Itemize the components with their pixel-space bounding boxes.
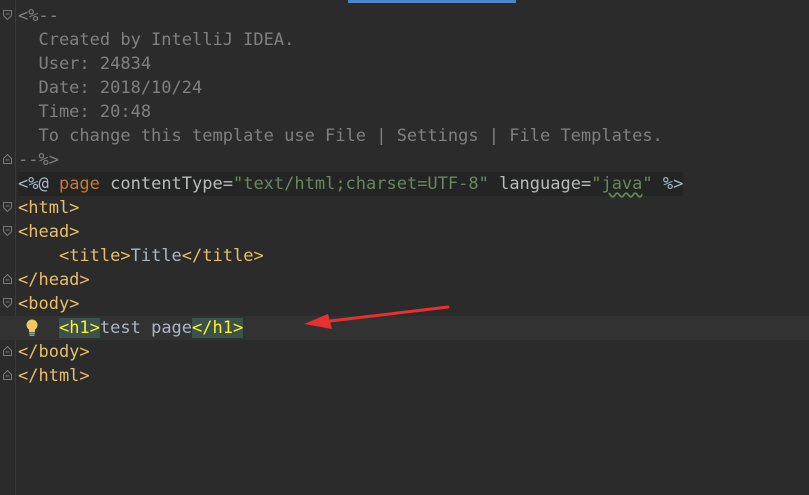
red-arrow-icon: [304, 305, 450, 329]
fold-marker-icon[interactable]: [3, 202, 12, 212]
html-close-tag: </html>: [18, 366, 90, 386]
title-element: <title>Title</title>: [18, 244, 264, 268]
attr-value-typo: java: [601, 174, 643, 194]
page-directive: <%@ page contentType="text/html;charset=…: [18, 172, 684, 196]
h1-element: <h1>test page</h1>: [18, 316, 244, 340]
head-close-tag: </head>: [18, 270, 90, 290]
h1-close-tag: </h1>: [192, 318, 244, 338]
comment-text: To change this template use File | Setti…: [18, 126, 663, 146]
title-open-tag: <title>: [58, 246, 131, 266]
comment-text: Time: 20:48: [18, 102, 152, 122]
fold-marker-icon[interactable]: [3, 346, 12, 356]
fold-marker-icon[interactable]: [3, 226, 12, 236]
active-tab-indicator: [348, 0, 516, 3]
comment-text: --%>: [18, 150, 59, 170]
attr-quote: ": [591, 174, 602, 194]
directive-open: <%@: [18, 174, 59, 194]
attr-quote: ": [642, 174, 653, 194]
comment-text: User: 24834: [18, 54, 152, 74]
code-line[interactable]: Created by IntelliJ IDEA.: [0, 28, 809, 52]
code-line[interactable]: <html>: [0, 196, 809, 220]
body-close-tag: </body>: [18, 342, 90, 362]
attr-name: contentType=: [99, 174, 233, 194]
code-line[interactable]: </html>: [0, 364, 809, 388]
code-line[interactable]: To change this template use File | Setti…: [0, 124, 809, 148]
code-line[interactable]: <%@ page contentType="text/html;charset=…: [0, 172, 809, 196]
directive-close: %>: [652, 174, 684, 194]
code-line[interactable]: </head>: [0, 268, 809, 292]
head-open-tag: <head>: [18, 222, 80, 242]
comment-text: Created by IntelliJ IDEA.: [18, 30, 295, 50]
fold-marker-icon[interactable]: [3, 298, 12, 308]
code-line[interactable]: User: 24834: [0, 52, 809, 76]
code-line[interactable]: --%>: [0, 148, 809, 172]
comment-text: <%--: [18, 6, 59, 26]
comment-text: Date: 2018/10/24: [18, 78, 203, 98]
code-editor[interactable]: <%-- Created by IntelliJ IDEA. User: 248…: [0, 0, 809, 495]
fold-marker-icon[interactable]: [3, 370, 12, 380]
code-line[interactable]: Date: 2018/10/24: [0, 76, 809, 100]
title-text: Title: [130, 246, 182, 266]
html-open-tag: <html>: [18, 198, 80, 218]
code-line[interactable]: Time: 20:48: [0, 100, 809, 124]
directive-keyword: page: [58, 174, 100, 194]
code-line[interactable]: <head>: [0, 220, 809, 244]
attr-name: language=: [488, 174, 592, 194]
title-close-tag: </title>: [181, 246, 264, 266]
fold-marker-icon[interactable]: [3, 274, 12, 284]
code-line[interactable]: </body>: [0, 340, 809, 364]
body-open-tag: <body>: [18, 294, 80, 314]
code-line[interactable]: <title>Title</title>: [0, 244, 809, 268]
attr-value: "text/html;charset=UTF-8": [232, 174, 489, 194]
h1-open-tag: <h1>: [58, 318, 100, 338]
code-line[interactable]: <%--: [0, 4, 809, 28]
fold-marker-icon[interactable]: [3, 154, 12, 164]
h1-text: test page: [99, 318, 193, 338]
fold-marker-icon[interactable]: [3, 10, 12, 20]
